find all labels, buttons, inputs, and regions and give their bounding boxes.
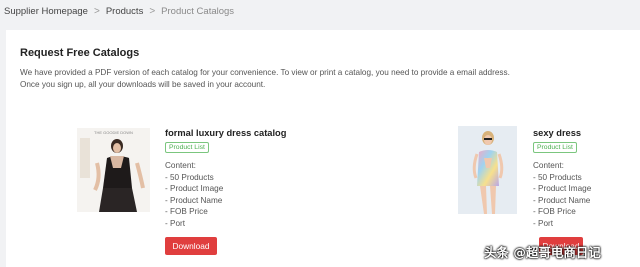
product-list-tag: Product List bbox=[533, 142, 577, 153]
content-item: - FOB Price bbox=[165, 207, 208, 217]
breadcrumb-product-catalogs: Product Catalogs bbox=[161, 6, 235, 17]
description-line-1: We have provided a PDF version of each c… bbox=[20, 68, 510, 77]
content-item: - Product Image bbox=[533, 184, 592, 194]
catalog-title[interactable]: formal luxury dress catalog bbox=[165, 128, 286, 138]
content-item: - 50 Products bbox=[165, 172, 214, 182]
dress-photo-image bbox=[458, 126, 517, 214]
content-item: - Product Name bbox=[533, 195, 591, 205]
description-line-2: Once you sign up, all your downloads wil… bbox=[20, 80, 266, 89]
content-label: Content: bbox=[533, 161, 564, 170]
catalog-cover-image[interactable]: THE GOODIE DOWN bbox=[77, 128, 150, 212]
content-label: Content: bbox=[165, 161, 196, 170]
breadcrumb-supplier-homepage[interactable]: Supplier Homepage bbox=[4, 6, 88, 17]
content-item: - FOB Price bbox=[533, 207, 576, 217]
page-description: We have provided a PDF version of each c… bbox=[20, 67, 620, 91]
breadcrumb-separator: > bbox=[149, 6, 156, 17]
content-item: - Port bbox=[165, 218, 186, 228]
breadcrumb: Supplier Homepage > Products > Product C… bbox=[4, 6, 234, 17]
breadcrumb-separator: > bbox=[93, 6, 100, 17]
content-item: - 50 Products bbox=[533, 172, 582, 182]
catalog-content: Content: - 50 Products - Product Image -… bbox=[533, 160, 591, 230]
page-title: Request Free Catalogs bbox=[20, 47, 140, 59]
catalog-content: Content: - 50 Products - Product Image -… bbox=[165, 160, 223, 230]
content-item: - Product Name bbox=[165, 195, 223, 205]
content-item: - Port bbox=[533, 218, 554, 228]
content-item: - Product Image bbox=[165, 184, 224, 194]
watermark: 头条 @超哥电商日记 bbox=[484, 245, 601, 260]
breadcrumb-products[interactable]: Products bbox=[106, 6, 144, 17]
dress-photo-image: THE GOODIE DOWN bbox=[77, 128, 150, 212]
product-list-tag: Product List bbox=[165, 142, 209, 153]
catalogs-panel: Request Free Catalogs We have provided a… bbox=[6, 30, 640, 267]
catalog-cover-image[interactable] bbox=[458, 126, 517, 214]
catalog-title[interactable]: sexy dress bbox=[533, 128, 581, 138]
download-button[interactable]: Download bbox=[165, 237, 217, 255]
cover-caption: THE GOODIE DOWN bbox=[94, 130, 133, 135]
